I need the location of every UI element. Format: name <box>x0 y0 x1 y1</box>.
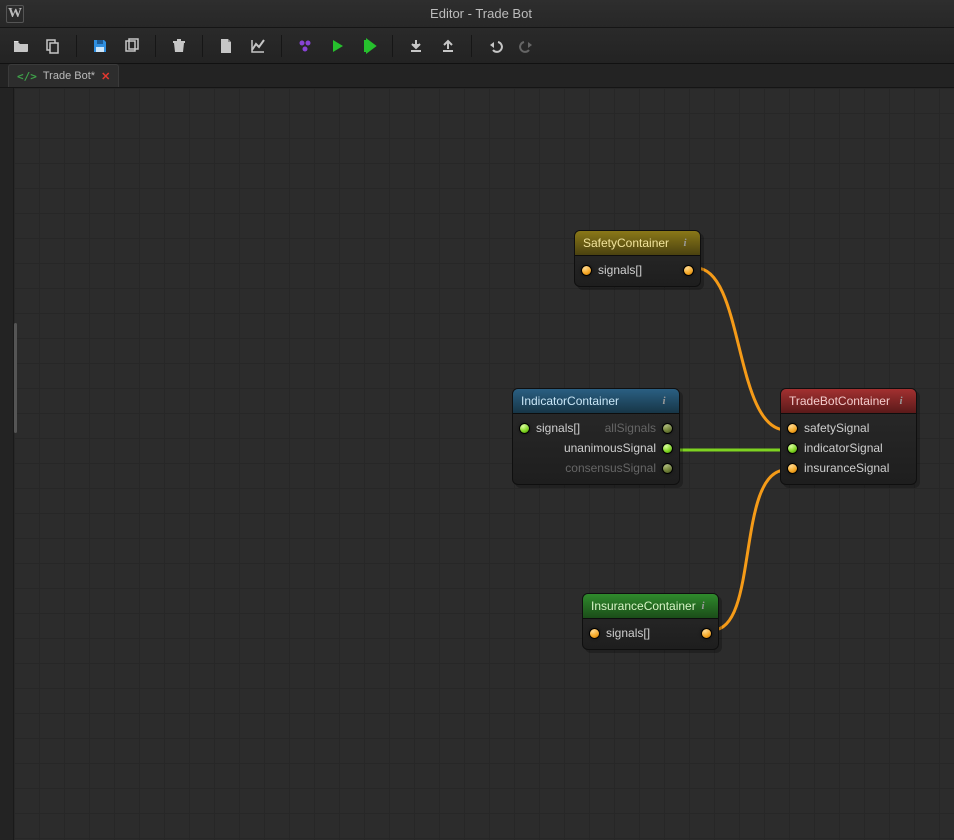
input-port-indicator[interactable] <box>787 443 798 454</box>
input-port-safety[interactable] <box>787 423 798 434</box>
delete-button[interactable] <box>166 33 192 59</box>
toolbar <box>0 28 954 64</box>
chart-button[interactable] <box>245 33 271 59</box>
left-gutter <box>0 88 14 840</box>
code-icon: </> <box>17 70 37 83</box>
tab-label: Trade Bot* <box>43 70 95 82</box>
input-label: insuranceSignal <box>804 461 889 475</box>
clone-button[interactable] <box>119 33 145 59</box>
input-label: signals[] <box>606 626 650 640</box>
input-label: signals[] <box>536 421 580 435</box>
node-title: InsuranceContainer <box>591 599 696 613</box>
output-port-unanimous[interactable] <box>662 443 673 454</box>
input-port[interactable] <box>519 423 530 434</box>
input-label: signals[] <box>598 263 642 277</box>
node-title: SafetyContainer <box>583 236 678 250</box>
info-icon[interactable]: i <box>894 394 908 408</box>
input-port-insurance[interactable] <box>787 463 798 474</box>
node-header[interactable]: IndicatorContainer i <box>513 389 679 414</box>
graph-canvas[interactable]: SafetyContainer i signals[] IndicatorCon… <box>14 88 954 840</box>
output-label: consensusSignal <box>565 461 656 475</box>
output-label: allSignals <box>605 421 656 435</box>
output-port[interactable] <box>683 265 694 276</box>
window-titlebar: W Editor - Trade Bot <box>0 0 954 28</box>
output-port-consensus[interactable] <box>662 463 673 474</box>
undo-button[interactable] <box>482 33 508 59</box>
tab-trade-bot[interactable]: </> Trade Bot* ✕ <box>8 64 119 87</box>
tab-close-icon[interactable]: ✕ <box>101 70 110 83</box>
info-icon[interactable]: i <box>678 236 692 250</box>
node-title: IndicatorContainer <box>521 394 657 408</box>
node-indicator-container[interactable]: IndicatorContainer i signals[] allSignal… <box>512 388 680 485</box>
info-icon[interactable]: i <box>696 599 710 613</box>
input-label: safetySignal <box>804 421 869 435</box>
upload-button[interactable] <box>435 33 461 59</box>
window-title: Editor - Trade Bot <box>32 6 930 21</box>
output-port[interactable] <box>701 628 712 639</box>
node-title: TradeBotContainer <box>789 394 894 408</box>
panel-drag-handle[interactable] <box>14 323 17 433</box>
node-tradebot-container[interactable]: TradeBotContainer i safetySignal indicat… <box>780 388 917 485</box>
node-insurance-container[interactable]: InsuranceContainer i signals[] <box>582 593 719 650</box>
node-header[interactable]: SafetyContainer i <box>575 231 700 256</box>
node-safety-container[interactable]: SafetyContainer i signals[] <box>574 230 701 287</box>
info-icon[interactable]: i <box>657 394 671 408</box>
node-header[interactable]: TradeBotContainer i <box>781 389 916 414</box>
modules-button[interactable] <box>292 33 318 59</box>
app-icon: W <box>6 5 24 23</box>
node-header[interactable]: InsuranceContainer i <box>583 594 718 619</box>
input-label: indicatorSignal <box>804 441 883 455</box>
output-label: unanimousSignal <box>564 441 656 455</box>
download-button[interactable] <box>403 33 429 59</box>
open-folder-button[interactable] <box>8 33 34 59</box>
new-file-button[interactable] <box>213 33 239 59</box>
output-port-allsignals[interactable] <box>662 423 673 434</box>
copy-button[interactable] <box>40 33 66 59</box>
redo-button[interactable] <box>514 33 540 59</box>
tab-row: </> Trade Bot* ✕ <box>0 64 954 88</box>
save-button[interactable] <box>87 33 113 59</box>
input-port[interactable] <box>581 265 592 276</box>
input-port[interactable] <box>589 628 600 639</box>
run-button[interactable] <box>324 33 350 59</box>
restart-button[interactable] <box>356 33 382 59</box>
